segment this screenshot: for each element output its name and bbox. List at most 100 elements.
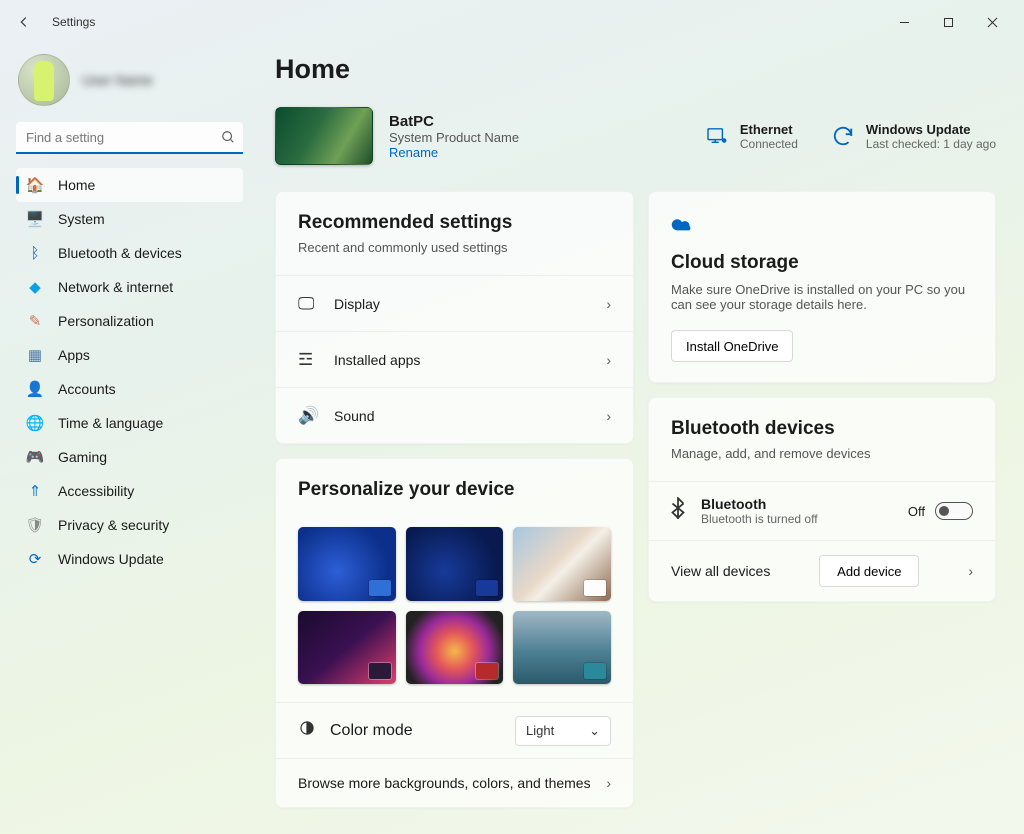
theme-option-4[interactable] (298, 611, 396, 685)
gaming-icon: 🎮 (26, 448, 44, 466)
avatar (18, 54, 70, 106)
cloud-desc: Make sure OneDrive is installed on your … (671, 282, 973, 312)
color-mode-icon (298, 719, 316, 742)
sidebar-item-label: Privacy & security (58, 517, 169, 533)
sidebar-item-accessibility[interactable]: ⇑ Accessibility (16, 474, 243, 508)
device-thumbnail (275, 107, 373, 165)
ethernet-icon (706, 125, 728, 147)
status-windows-update[interactable]: Windows Update Last checked: 1 day ago (832, 122, 996, 151)
sidebar-item-gaming[interactable]: 🎮 Gaming (16, 440, 243, 474)
theme-option-2[interactable] (406, 527, 504, 601)
update-icon (832, 125, 854, 147)
bluetooth-toggle[interactable] (935, 502, 973, 520)
chevron-right-icon[interactable]: › (968, 563, 973, 579)
sidebar-item-label: Time & language (58, 415, 163, 431)
theme-option-1[interactable] (298, 527, 396, 601)
setting-row-display[interactable]: 🖵 Display › (276, 275, 633, 331)
theme-option-3[interactable] (513, 527, 611, 601)
apps-icon: ▦ (26, 346, 44, 364)
sidebar-item-label: Apps (58, 347, 90, 363)
device-name: BatPC (389, 113, 519, 130)
time-language-icon: 🌐 (26, 414, 44, 432)
sidebar-item-network-internet[interactable]: ◆Network & internet (16, 270, 243, 304)
close-button[interactable] (970, 7, 1014, 37)
sidebar-item-accounts[interactable]: 👤 Accounts (16, 372, 243, 406)
cloud-title: Cloud storage (671, 252, 973, 274)
theme-option-6[interactable] (513, 611, 611, 685)
personalize-card: Personalize your device Color mode Light… (275, 458, 634, 808)
minimize-button[interactable] (882, 7, 926, 37)
maximize-button[interactable] (926, 7, 970, 37)
chevron-right-icon: › (606, 352, 611, 368)
theme-swatch (369, 580, 391, 596)
theme-option-5[interactable] (406, 611, 504, 685)
add-device-button[interactable]: Add device (819, 555, 919, 587)
search-input[interactable] (16, 122, 243, 154)
status-ethernet[interactable]: Ethernet Connected (706, 122, 798, 151)
chevron-right-icon: › (606, 408, 611, 424)
install-onedrive-button[interactable]: Install OneDrive (671, 330, 793, 362)
back-button[interactable] (10, 8, 38, 36)
ethernet-sub: Connected (740, 137, 798, 151)
chevron-right-icon: › (606, 775, 611, 791)
sidebar-item-label: Gaming (58, 449, 107, 465)
sidebar-item-bluetooth-devices[interactable]: ᛒBluetooth & devices (16, 236, 243, 270)
theme-swatch (584, 663, 606, 679)
home-icon: 🏠 (26, 176, 44, 194)
sidebar-item-time-language[interactable]: 🌐 Time & language (16, 406, 243, 440)
bluetooth-card: Bluetooth devices Manage, add, and remov… (648, 397, 996, 602)
sidebar-item-label: Accounts (58, 381, 116, 397)
bluetooth-title: Bluetooth devices (671, 418, 973, 440)
bluetooth-sub: Manage, add, and remove devices (671, 446, 973, 461)
theme-swatch (476, 580, 498, 596)
row-icon: 🖵 (298, 294, 318, 314)
personalization-icon: ✎ (26, 312, 44, 330)
theme-swatch (369, 663, 391, 679)
sidebar-item-label: Home (58, 177, 95, 193)
sidebar-item-personalization[interactable]: ✎ Personalization (16, 304, 243, 338)
sidebar-item-privacy-security[interactable]: 🛡 Privacy & security (16, 508, 243, 542)
row-label: Display (334, 296, 380, 312)
sidebar-item-label: Personalization (58, 313, 154, 329)
privacy-security-icon: 🛡 (26, 516, 44, 534)
bluetooth-row-sub: Bluetooth is turned off (701, 512, 818, 526)
row-icon: ☲ (298, 350, 318, 370)
view-all-devices-link[interactable]: View all devices (671, 563, 770, 579)
search-icon (221, 130, 235, 147)
row-icon: 🔊 (298, 406, 318, 426)
sidebar-item-windows-update[interactable]: ⟳ Windows Update (16, 542, 243, 576)
app-title: Settings (52, 15, 95, 29)
sidebar-item-label: Accessibility (58, 483, 134, 499)
profile[interactable]: User Name (18, 54, 243, 106)
accounts-icon: 👤 (26, 380, 44, 398)
setting-row-sound[interactable]: 🔊Sound› (276, 387, 633, 443)
recommended-title: Recommended settings (298, 212, 611, 234)
bluetooth-icon (671, 497, 685, 525)
sidebar-item-home[interactable]: 🏠 Home (16, 168, 243, 202)
bluetooth-row-title: Bluetooth (701, 496, 818, 512)
device-rename-link[interactable]: Rename (389, 145, 519, 160)
sidebar-item-system[interactable]: 🖥️ System (16, 202, 243, 236)
windows-update-icon: ⟳ (26, 550, 44, 568)
page-title: Home (275, 54, 996, 85)
color-mode-select[interactable]: Light ⌄ (515, 716, 611, 746)
device-product: System Product Name (389, 130, 519, 145)
sidebar-item-label: Windows Update (58, 551, 164, 567)
chevron-right-icon: › (606, 296, 611, 312)
sidebar-item-apps[interactable]: ▦ Apps (16, 338, 243, 372)
recommended-card: Recommended settings Recent and commonly… (275, 191, 634, 444)
color-mode-value: Light (526, 723, 554, 738)
setting-row-installed-apps[interactable]: ☲ Installed apps › (276, 331, 633, 387)
accessibility-icon: ⇑ (26, 482, 44, 500)
wu-sub: Last checked: 1 day ago (866, 137, 996, 151)
ethernet-title: Ethernet (740, 122, 798, 137)
row-label: Installed apps (334, 352, 420, 368)
wu-title: Windows Update (866, 122, 996, 137)
bluetooth-toggle-state: Off (908, 504, 925, 519)
theme-swatch (584, 580, 606, 596)
personalize-title: Personalize your device (298, 479, 611, 501)
browse-more-row[interactable]: Browse more backgrounds, colors, and the… (276, 758, 633, 807)
recommended-sub: Recent and commonly used settings (298, 240, 611, 255)
system-icon: 🖥️ (26, 210, 44, 228)
sidebar-item-label: System (58, 211, 105, 227)
